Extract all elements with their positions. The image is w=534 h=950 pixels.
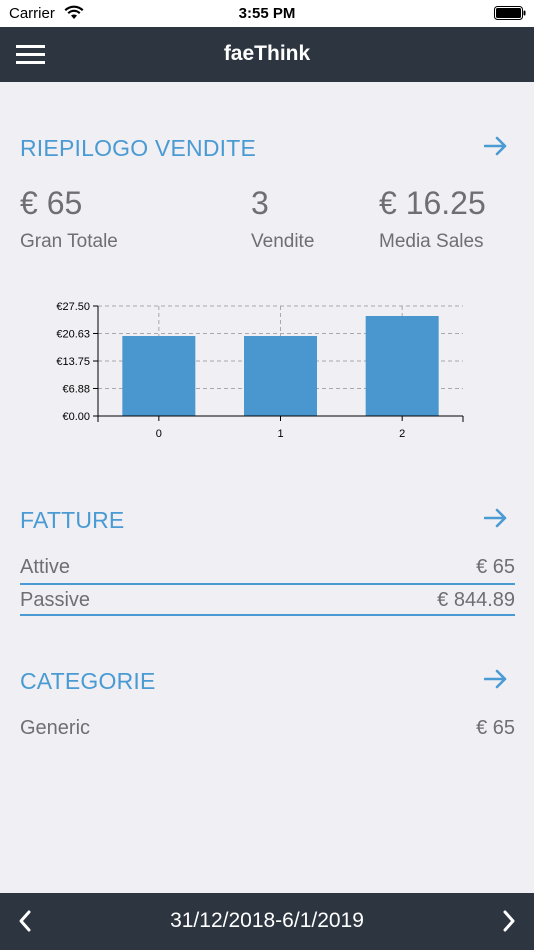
bar-0 bbox=[122, 336, 196, 416]
invoice-active-value: € 65 bbox=[476, 556, 515, 578]
chevron-right-icon[interactable] bbox=[501, 909, 517, 933]
y-tick-label: €13.75 bbox=[56, 356, 90, 368]
sales-summary-arrow-icon[interactable] bbox=[484, 136, 508, 156]
categories-title: CATEGORIE bbox=[20, 668, 156, 694]
category-row-generic[interactable]: Generic € 65 bbox=[20, 712, 515, 746]
invoice-row-active[interactable]: Attive € 65 bbox=[20, 551, 515, 585]
x-tick-label: 0 bbox=[156, 428, 162, 440]
y-tick-label: €27.50 bbox=[56, 301, 90, 313]
date-range-label: 31/12/2018-6/1/2019 bbox=[170, 909, 364, 932]
status-bar: Carrier 3:55 PM bbox=[0, 0, 534, 27]
invoice-passive-value: € 844.89 bbox=[437, 589, 515, 611]
bar-1 bbox=[244, 336, 317, 416]
grand-total-label: Gran Totale bbox=[20, 231, 118, 252]
invoices-title: FATTURE bbox=[20, 507, 125, 533]
app-title: faeThink bbox=[223, 42, 311, 65]
x-tick-label: 1 bbox=[277, 428, 283, 440]
sales-bar-chart: €0.00 €6.88 €13.75 €20.63 €27.50 0 1 2 bbox=[56, 301, 464, 440]
category-generic-value: € 65 bbox=[476, 717, 515, 739]
y-tick-label: €20.63 bbox=[56, 328, 90, 340]
invoice-row-passive[interactable]: Passive € 844.89 bbox=[20, 585, 515, 616]
nav-bar: faeThink bbox=[0, 27, 534, 82]
invoice-passive-label: Passive bbox=[20, 589, 91, 611]
average-sales-value: € 16.25 bbox=[379, 185, 486, 221]
sales-summary-title: RIEPILOGO VENDITE bbox=[20, 135, 257, 161]
date-range-footer: 31/12/2018-6/1/2019 bbox=[0, 893, 534, 950]
x-tick-label: 2 bbox=[399, 428, 405, 440]
grand-total-value: € 65 bbox=[20, 185, 83, 221]
y-tick-label: €6.88 bbox=[62, 383, 90, 395]
sales-count-value: 3 bbox=[251, 185, 269, 221]
status-time: 3:55 PM bbox=[238, 5, 296, 22]
sales-count-label: Vendite bbox=[251, 231, 315, 252]
average-sales-label: Media Sales bbox=[379, 231, 484, 252]
invoices-arrow-icon[interactable] bbox=[484, 508, 508, 528]
bar-2 bbox=[365, 316, 439, 416]
invoice-active-label: Attive bbox=[20, 556, 71, 578]
y-tick-label: €0.00 bbox=[62, 411, 90, 423]
category-generic-label: Generic bbox=[20, 717, 91, 739]
battery-icon bbox=[494, 6, 526, 20]
categories-arrow-icon[interactable] bbox=[484, 669, 508, 689]
